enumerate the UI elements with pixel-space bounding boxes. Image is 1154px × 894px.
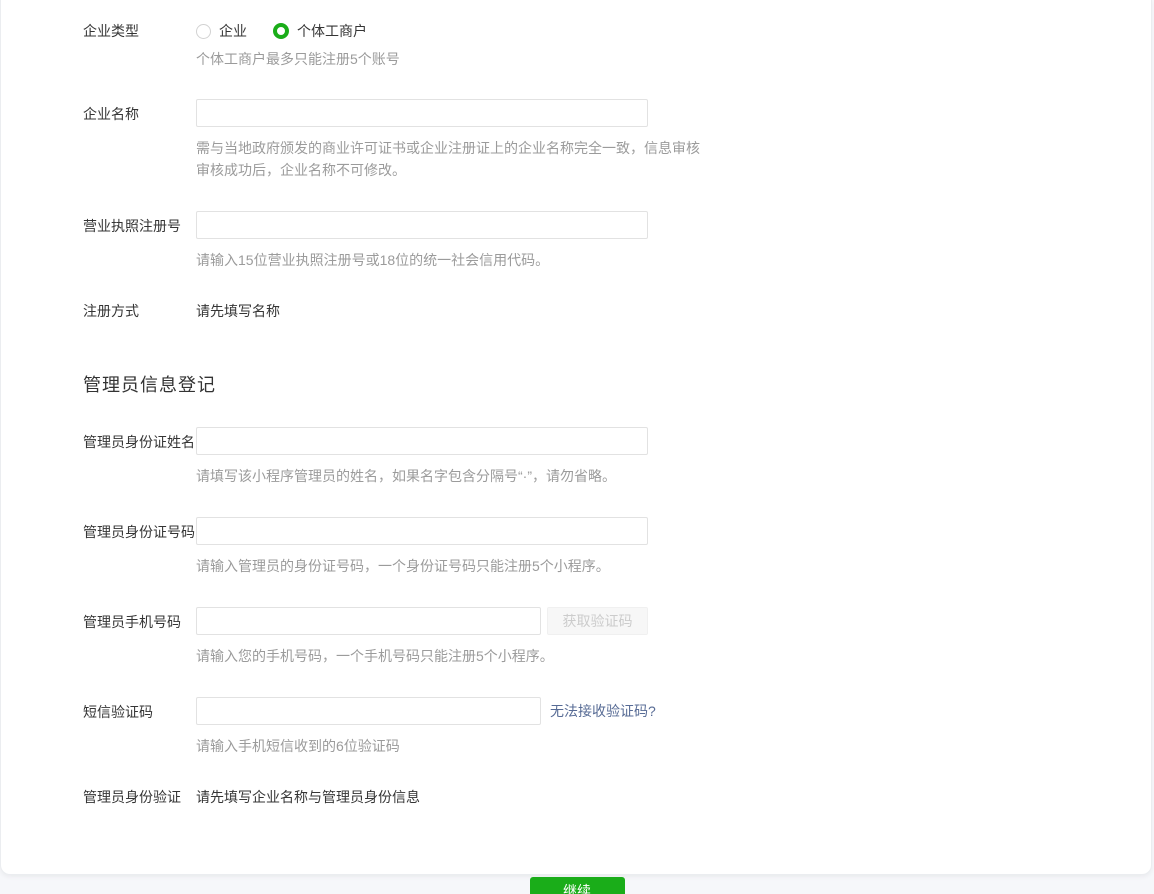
row-license-number: 营业执照注册号 请输入15位营业执照注册号或18位的统一社会信用代码。 (83, 211, 1151, 271)
admin-phone-helper: 请输入您的手机号码，一个手机号码只能注册5个小程序。 (196, 645, 776, 667)
row-sms-code: 短信验证码 无法接收验证码? 请输入手机短信收到的6位验证码 (83, 697, 1151, 757)
registration-method-value: 请先填写名称 (196, 301, 1151, 321)
radio-unselected-icon[interactable] (196, 24, 211, 39)
admin-name-input[interactable] (196, 427, 648, 455)
enterprise-type-radio-group: 企业 个体工商户 (196, 20, 1151, 42)
admin-phone-label: 管理员手机号码 (83, 607, 196, 667)
radio-selected-icon[interactable] (273, 23, 289, 39)
row-enterprise-name: 企业名称 需与当地政府颁发的商业许可证书或企业注册证上的企业名称完全一致，信息审… (83, 99, 1151, 181)
row-admin-name: 管理员身份证姓名 请填写该小程序管理员的姓名，如果名字包含分隔号“·”，请勿省略… (83, 427, 1151, 487)
enterprise-name-helper-line1: 需与当地政府颁发的商业许可证书或企业注册证上的企业名称完全一致，信息审核 (196, 137, 776, 159)
registration-page: 企业类型 企业 个体工商户 个体工商户最多只能注册5个账号 企业名称 (0, 0, 1154, 894)
continue-button-row: 继续 (1, 877, 1153, 894)
sms-code-helper: 请输入手机短信收到的6位验证码 (196, 735, 776, 757)
registration-form-card: 企业类型 企业 个体工商户 个体工商户最多只能注册5个账号 企业名称 (0, 0, 1152, 875)
admin-verify-label: 管理员身份验证 (83, 787, 196, 807)
registration-method-label: 注册方式 (83, 301, 196, 321)
admin-id-input[interactable] (196, 517, 648, 545)
cannot-receive-code-link[interactable]: 无法接收验证码? (550, 697, 656, 725)
admin-name-helper: 请填写该小程序管理员的姓名，如果名字包含分隔号“·”，请勿省略。 (196, 465, 776, 487)
radio-enterprise[interactable]: 企业 (196, 21, 247, 41)
sms-code-input[interactable] (196, 697, 541, 725)
row-admin-phone: 管理员手机号码 获取验证码 请输入您的手机号码，一个手机号码只能注册5个小程序。 (83, 607, 1151, 667)
row-enterprise-type: 企业类型 企业 个体工商户 个体工商户最多只能注册5个账号 (83, 20, 1151, 69)
enterprise-name-helper: 需与当地政府颁发的商业许可证书或企业注册证上的企业名称完全一致，信息审核 审核成… (196, 137, 776, 181)
row-admin-verify: 管理员身份验证 请先填写企业名称与管理员身份信息 (83, 787, 1151, 807)
continue-button[interactable]: 继续 (530, 877, 625, 894)
enterprise-type-label: 企业类型 (83, 20, 196, 69)
license-number-helper: 请输入15位营业执照注册号或18位的统一社会信用代码。 (196, 249, 776, 271)
enterprise-name-helper-line2: 审核成功后，企业名称不可修改。 (196, 159, 776, 181)
get-verification-code-button[interactable]: 获取验证码 (547, 607, 648, 635)
row-registration-method: 注册方式 请先填写名称 (83, 301, 1151, 321)
radio-enterprise-label: 企业 (219, 21, 247, 41)
admin-id-label: 管理员身份证号码 (83, 517, 196, 577)
admin-id-helper: 请输入管理员的身份证号码，一个身份证号码只能注册5个小程序。 (196, 555, 776, 577)
admin-verify-value: 请先填写企业名称与管理员身份信息 (196, 787, 1151, 807)
enterprise-name-label: 企业名称 (83, 99, 196, 181)
row-admin-id: 管理员身份证号码 请输入管理员的身份证号码，一个身份证号码只能注册5个小程序。 (83, 517, 1151, 577)
license-number-input[interactable] (196, 211, 648, 239)
enterprise-name-input[interactable] (196, 99, 648, 127)
radio-individual-business[interactable]: 个体工商户 (273, 21, 367, 41)
sms-code-label: 短信验证码 (83, 697, 196, 757)
radio-individual-business-label: 个体工商户 (297, 21, 367, 41)
enterprise-type-helper: 个体工商户最多只能注册5个账号 (196, 49, 1151, 69)
admin-section-title: 管理员信息登记 (83, 371, 1151, 397)
license-number-label: 营业执照注册号 (83, 211, 196, 271)
admin-name-label: 管理员身份证姓名 (83, 427, 196, 487)
admin-phone-input[interactable] (196, 607, 541, 635)
